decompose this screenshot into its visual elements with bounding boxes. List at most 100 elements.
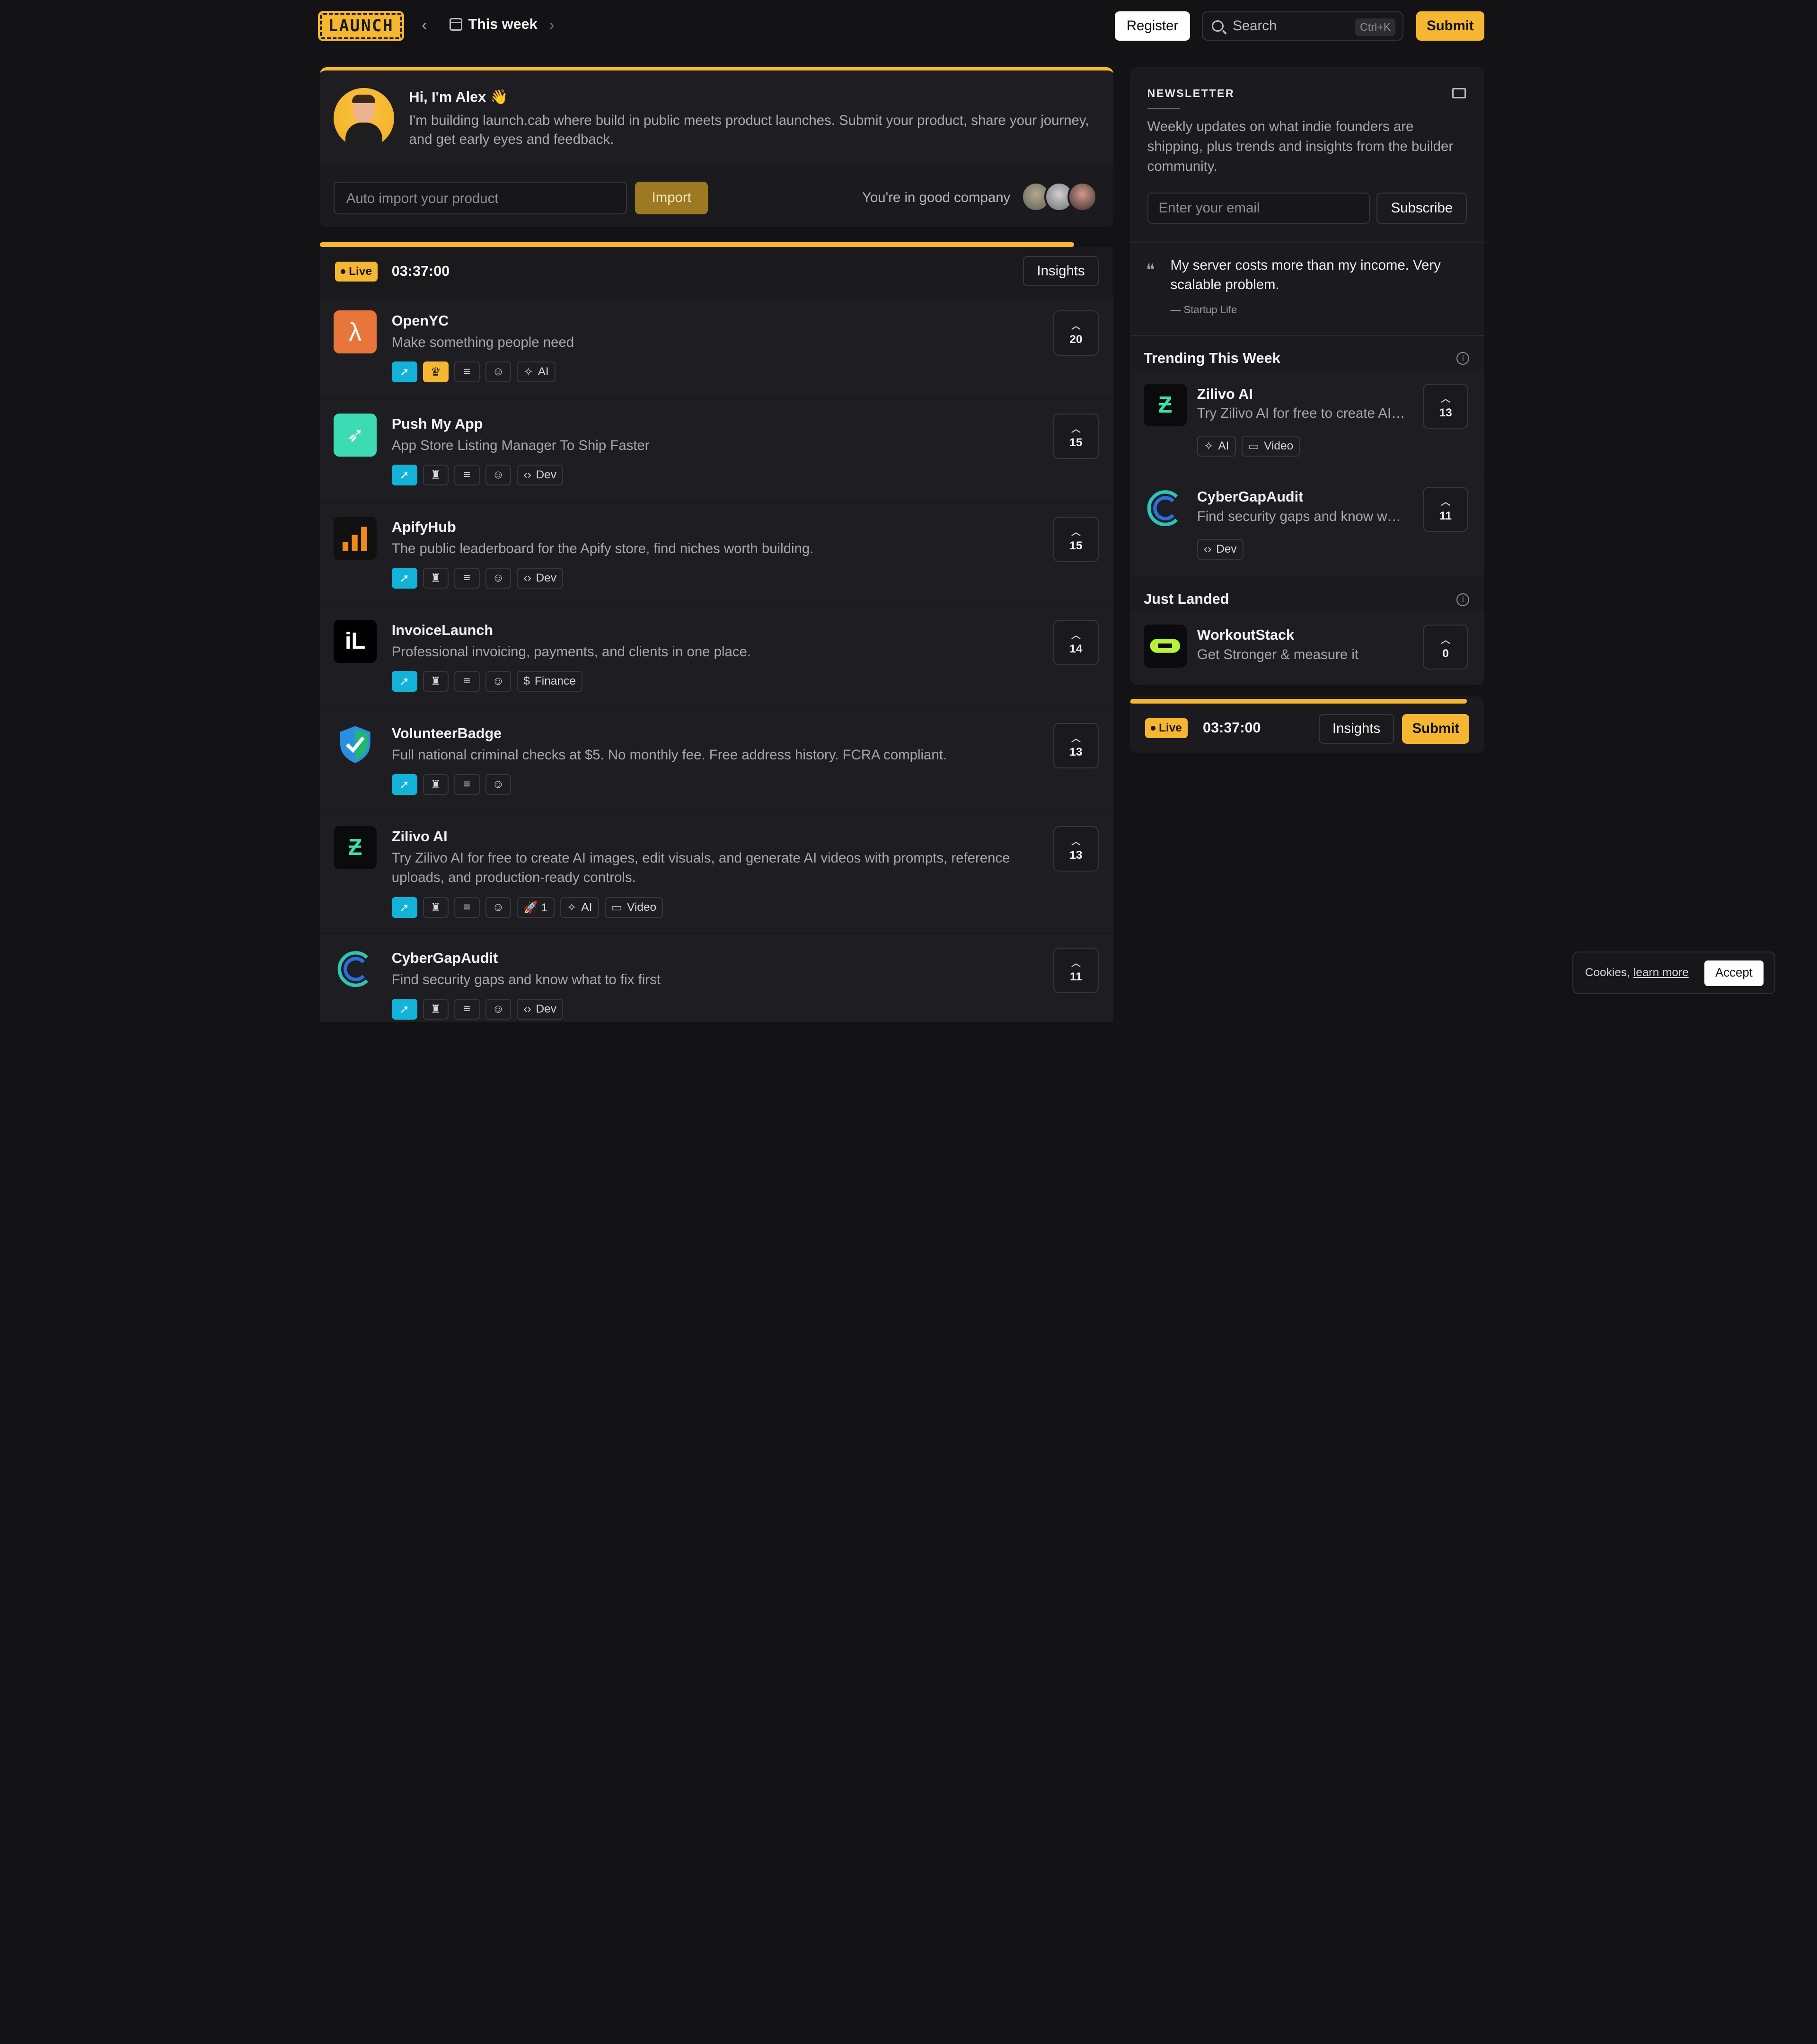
upvote-button[interactable]: ︿ 11	[1423, 486, 1468, 532]
product-row[interactable]: VolunteerBadge Full national criminal ch…	[319, 709, 1114, 811]
category-tag[interactable]: ▭ Video	[1241, 435, 1300, 457]
live-badge: Live	[1145, 718, 1188, 738]
product-row[interactable]: ApifyHub The public leaderboard for the …	[319, 502, 1114, 605]
list-icon[interactable]: ≡	[454, 897, 480, 918]
rocket-icon[interactable]: ➚	[391, 897, 417, 918]
trophy-icon[interactable]: ♜	[423, 999, 449, 1020]
divider	[1147, 107, 1180, 109]
category-tag[interactable]: ‹› Dev	[517, 567, 564, 589]
rocket-icon: ➶	[334, 414, 377, 457]
list-icon[interactable]: ≡	[454, 567, 480, 589]
trophy-icon[interactable]: ♜	[423, 897, 449, 918]
list-icon[interactable]: ≡	[454, 465, 480, 486]
list-icon[interactable]: ≡	[454, 774, 480, 795]
product-desc: Professional invoicing, payments, and cl…	[391, 643, 751, 660]
category-tag[interactable]: ✧ AI	[517, 361, 556, 383]
product-row[interactable]: Ƶ Zilivo AI Try Zilivo AI for free to cr…	[319, 812, 1114, 933]
quote-text: My server costs more than my income. Ver…	[1170, 257, 1441, 292]
product-name[interactable]: Push My App	[392, 416, 483, 432]
product-row[interactable]: iL InvoiceLaunch Professional invoicing,…	[319, 606, 1114, 708]
prev-week-button[interactable]: ‹	[422, 16, 438, 35]
product-row[interactable]: CyberGapAudit Find security gaps and kno…	[319, 934, 1114, 1022]
product-desc: Try Zilivo AI for free to create AI imag…	[391, 850, 1010, 886]
upvote-button[interactable]: ︿ 20	[1053, 310, 1099, 356]
upvote-button[interactable]: ︿ 13	[1053, 723, 1099, 768]
upvote-button[interactable]: ︿ 13	[1423, 383, 1468, 429]
search-input[interactable]: Search Ctrl+K	[1201, 11, 1403, 41]
rocket-icon[interactable]: ➚	[391, 567, 417, 589]
trending-name[interactable]: Zilivo AI	[1197, 386, 1253, 403]
next-week-button[interactable]: ›	[549, 16, 555, 34]
learn-more-link[interactable]: learn more	[1633, 966, 1689, 979]
trophy-icon[interactable]: ♜	[423, 670, 449, 692]
insights-button[interactable]: Insights	[1023, 256, 1099, 286]
product-desc: Find security gaps and know what to fix …	[391, 971, 661, 987]
category-tag[interactable]: ‹› Dev	[517, 999, 564, 1020]
insights-button[interactable]: Insights	[1318, 714, 1394, 744]
launch-logo[interactable]: LAUNCH	[318, 10, 404, 42]
rocket-icon[interactable]: ➚	[391, 465, 417, 486]
product-name[interactable]: Zilivo AI	[392, 828, 448, 845]
product-name[interactable]: VolunteerBadge	[392, 725, 502, 742]
category-tag[interactable]: ✧ AI	[1197, 435, 1236, 457]
trending-desc: Find security gaps and know what to fix …	[1197, 509, 1406, 525]
smile-icon[interactable]: ☺	[485, 670, 511, 692]
product-desc: The public leaderboard for the Apify sto…	[391, 540, 814, 556]
category-tag[interactable]: ‹› Dev	[517, 465, 564, 486]
submit-button[interactable]: Submit	[1416, 11, 1485, 41]
trophy-icon[interactable]: ♜	[423, 567, 449, 589]
smile-icon[interactable]: ☺	[485, 361, 511, 383]
mail-icon	[1452, 88, 1466, 99]
week-selector[interactable]: This week	[450, 16, 538, 33]
product-row[interactable]: ➶ Push My App App Store Listing Manager …	[319, 399, 1114, 502]
list-icon[interactable]: ≡	[454, 999, 480, 1020]
register-button[interactable]: Register	[1114, 11, 1191, 41]
upvote-button[interactable]: ︿ 0	[1423, 624, 1468, 670]
category-tag[interactable]: ‹› Dev	[1197, 538, 1244, 560]
smile-icon[interactable]: ☺	[485, 774, 511, 795]
subscribe-button[interactable]: Subscribe	[1376, 192, 1467, 224]
smile-icon[interactable]: ☺	[485, 897, 511, 918]
category-tag[interactable]: $ Finance	[517, 670, 583, 692]
info-icon[interactable]: i	[1456, 352, 1470, 365]
trending-name[interactable]: CyberGapAudit	[1197, 489, 1304, 505]
shield-icon	[334, 723, 377, 766]
upvote-button[interactable]: ︿ 14	[1053, 620, 1099, 665]
founder-avatars	[1021, 182, 1100, 214]
submit-button[interactable]: Submit	[1402, 714, 1470, 744]
smile-icon[interactable]: ☺	[485, 567, 511, 589]
rocket-icon[interactable]: ➚	[391, 670, 417, 692]
info-icon[interactable]: i	[1456, 593, 1470, 606]
accept-button[interactable]: Accept	[1704, 960, 1764, 986]
trophy-icon[interactable]: ♜	[423, 774, 449, 795]
rocket-icon[interactable]: ➚	[391, 361, 417, 383]
smile-icon[interactable]: ☺	[485, 999, 511, 1020]
product-name[interactable]: ApifyHub	[392, 519, 456, 536]
rocket-icon[interactable]: ➚	[391, 774, 417, 795]
trending-item[interactable]: Ƶ Zilivo AI Try Zilivo AI for free to cr…	[1129, 370, 1485, 472]
upvote-button[interactable]: ︿ 15	[1053, 414, 1099, 459]
category-tag[interactable]: ✧ AI	[560, 897, 599, 918]
product-name[interactable]: InvoiceLaunch	[392, 622, 493, 639]
auto-import-input[interactable]: Auto import your product	[334, 182, 627, 214]
rocket-icon[interactable]: ➚	[391, 999, 417, 1020]
boost-tag[interactable]: 🚀 1	[517, 897, 555, 918]
smile-icon[interactable]: ☺	[485, 465, 511, 486]
landed-item[interactable]: WorkoutStack Get Stronger & measure it ︿…	[1129, 610, 1485, 685]
upvote-button[interactable]: ︿ 11	[1053, 948, 1099, 993]
list-icon[interactable]: ≡	[454, 361, 480, 383]
category-tag[interactable]: ▭ Video	[604, 897, 663, 918]
trending-item[interactable]: CyberGapAudit Find security gaps and kno…	[1129, 473, 1485, 575]
crown-icon[interactable]: ♛	[423, 361, 449, 383]
product-name[interactable]: OpenYC	[392, 313, 449, 329]
c-icon	[334, 948, 377, 991]
list-icon[interactable]: ≡	[454, 670, 480, 692]
product-name[interactable]: CyberGapAudit	[392, 950, 498, 967]
email-field[interactable]: Enter your email	[1147, 192, 1370, 224]
product-row[interactable]: λ OpenYC Make something people need ➚ ♛ …	[319, 296, 1114, 399]
upvote-button[interactable]: ︿ 15	[1053, 517, 1099, 562]
landed-name[interactable]: WorkoutStack	[1197, 627, 1294, 643]
import-button[interactable]: Import	[635, 182, 708, 214]
upvote-button[interactable]: ︿ 13	[1053, 826, 1099, 872]
trophy-icon[interactable]: ♜	[423, 465, 449, 486]
